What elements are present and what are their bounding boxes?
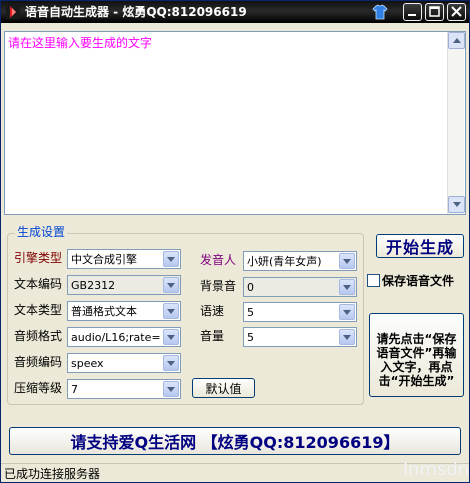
text-type-label: 文本类型 — [14, 303, 63, 317]
text-encoding-label: 文本编码 — [14, 277, 63, 291]
save-audio-checkbox-label[interactable]: 保存语音文件 — [382, 274, 454, 288]
background-sound-label: 背景音 — [200, 279, 237, 293]
save-audio-checkbox[interactable] — [367, 274, 380, 287]
volume-label: 音量 — [200, 329, 225, 343]
text-type-value: 普通格式文本 — [71, 305, 137, 318]
chevron-down-icon[interactable] — [163, 355, 179, 371]
chevron-down-icon[interactable] — [339, 304, 355, 320]
audio-encoding-select[interactable]: speex — [67, 353, 181, 373]
engine-type-select[interactable]: 中文合成引擎 — [67, 249, 181, 269]
audio-format-label: 音频格式 — [14, 329, 63, 343]
text-input-area[interactable]: 请在这里输入要生成的文字 — [4, 31, 466, 215]
chevron-up-icon — [453, 38, 461, 43]
instructions-text: 请先点击“保存语音文件”再输入文字，再点击“开始生成” — [376, 332, 457, 388]
support-banner-button[interactable]: 请支持爱Q生活网 【炫勇QQ:812096619】 — [9, 427, 461, 455]
text-encoding-value: GB2312 — [71, 279, 116, 292]
text-type-select[interactable]: 普通格式文本 — [67, 301, 181, 321]
maximize-icon — [429, 6, 440, 17]
window-title: 语音自动生成器 - 炫勇QQ:812096619 — [25, 5, 247, 19]
minimize-button[interactable] — [403, 3, 422, 21]
default-values-button[interactable]: 默认值 — [192, 378, 255, 398]
compression-level-select[interactable]: 7 — [67, 379, 181, 399]
speaker-label: 发音人 — [200, 253, 237, 267]
status-message: 已成功连接服务器 — [4, 467, 101, 481]
watermark-text: lnmsdn — [403, 459, 470, 480]
start-generate-button[interactable]: 开始生成 — [376, 234, 464, 258]
audio-encoding-value: speex — [71, 357, 104, 370]
engine-type-value: 中文合成引擎 — [71, 253, 137, 266]
chevron-down-icon[interactable] — [163, 277, 179, 293]
chevron-down-icon[interactable] — [339, 279, 355, 295]
chevron-down-icon[interactable] — [163, 329, 179, 345]
chevron-down-icon — [453, 202, 461, 207]
settings-group-title: 生成设置 — [15, 225, 68, 239]
volume-select[interactable]: 5 — [243, 327, 357, 347]
speed-label: 语速 — [200, 304, 225, 318]
speed-value: 5 — [247, 306, 254, 319]
volume-value: 5 — [247, 331, 254, 344]
engine-type-label: 引擎类型 — [14, 251, 63, 265]
text-encoding-select[interactable]: GB2312 — [67, 275, 181, 295]
close-button[interactable] — [447, 3, 466, 21]
chevron-down-icon[interactable] — [163, 303, 179, 319]
title-bar[interactable]: 语音自动生成器 - 炫勇QQ:812096619 — [1, 1, 469, 23]
chevron-down-icon[interactable] — [339, 253, 355, 269]
app-icon — [6, 5, 20, 19]
chevron-down-icon[interactable] — [163, 381, 179, 397]
audio-encoding-label: 音频编码 — [14, 355, 63, 369]
skin-icon[interactable] — [371, 3, 389, 21]
speaker-value: 小妍(青年女声) — [247, 255, 322, 268]
scroll-up-button[interactable] — [448, 32, 465, 49]
maximize-button[interactable] — [425, 3, 444, 21]
audio-format-value: audio/L16;rate= — [71, 331, 161, 344]
minimize-icon — [408, 14, 416, 16]
compression-level-label: 压缩等级 — [14, 381, 63, 395]
scroll-down-button[interactable] — [448, 196, 465, 213]
close-icon — [451, 6, 462, 17]
instructions-button[interactable]: 请先点击“保存语音文件”再输入文字，再点击“开始生成” — [369, 313, 464, 397]
status-bar: 已成功连接服务器 — [1, 463, 469, 482]
compression-level-value: 7 — [71, 383, 78, 396]
background-sound-value: 0 — [247, 281, 254, 294]
background-sound-select[interactable]: 0 — [243, 277, 357, 297]
text-input-content: 请在这里输入要生成的文字 — [8, 36, 153, 50]
chevron-down-icon[interactable] — [163, 251, 179, 267]
vertical-scrollbar[interactable] — [447, 32, 465, 214]
speaker-select[interactable]: 小妍(青年女声) — [243, 251, 357, 271]
chevron-down-icon[interactable] — [339, 329, 355, 345]
speed-select[interactable]: 5 — [243, 302, 357, 322]
audio-format-select[interactable]: audio/L16;rate= — [67, 327, 181, 347]
app-window: 语音自动生成器 - 炫勇QQ:812096619 请在这里输入要生成的文字 生成… — [0, 0, 470, 483]
